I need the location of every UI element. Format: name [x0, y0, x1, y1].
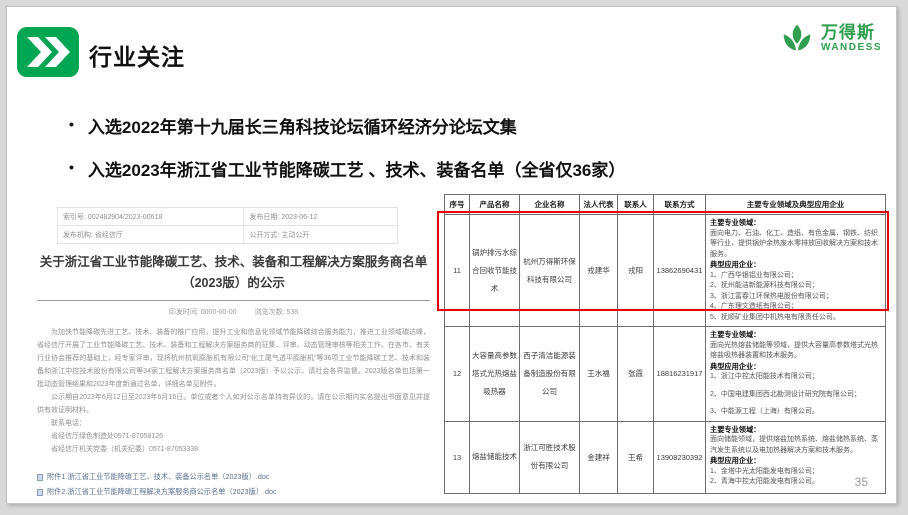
apps-label: 典型应用企业：: [710, 260, 881, 271]
col-header-product: 产品名称: [470, 195, 520, 215]
contact-label: 联系电话：: [51, 417, 430, 430]
table-row: 11 锅炉排污水综合回收节能技术 杭州万得斯环保科技有限公司 戎建华 戎阳 13…: [445, 215, 886, 327]
double-chevron-icon: [17, 27, 79, 77]
cell-product: 锅炉排污水综合回收节能技术: [470, 215, 520, 327]
meta-publish-mode: 公开方式: 主动公开: [244, 226, 397, 244]
bullet-dot: •: [69, 113, 74, 138]
cell-legal: 戎建华: [580, 215, 618, 327]
table-row: 12 大容量高参数塔式光热熔盐吸热器 西子清洁能源装备制造股份有限公司 王水福 …: [445, 327, 886, 422]
paragraph: 为加快节能降碳先进工艺、技术、装备的推广应用，提升工业和信息化领域节能降碳综合服…: [37, 326, 430, 391]
table-row: 13 熔盐储能技术 浙江可胜技术股份有限公司 金建祥 王希 1390823039…: [445, 421, 886, 493]
cell-legal: 王水福: [580, 327, 618, 422]
brand-name: 万得斯: [821, 24, 882, 41]
apps-label: 典型应用企业：: [710, 456, 881, 467]
print-time: 印发时间: 0000-00-00: [169, 309, 237, 316]
paragraph: 公示期自2023年6月12日至2023年6月16日。单位或者个人如对公示名单持有…: [37, 391, 430, 417]
app-item: 3、中能源工程（上海）有限公司。: [710, 407, 881, 418]
cell-company: 西子清洁能源装备制造股份有限公司: [520, 327, 580, 422]
domain-label: 主要专业领域：: [710, 425, 881, 436]
page-title: 行业关注: [89, 38, 185, 72]
contact-phone-2: 省经信厅机关党委（机关纪委）0571-87053338: [51, 443, 430, 456]
document-info-line: 印发时间: 0000-00-00 浏览次数: 538: [37, 307, 430, 317]
cell-seq: 12: [445, 327, 470, 422]
app-item: 1、广西华银铝业有限公司；: [710, 271, 881, 282]
brand-text: 万得斯 WANDESS: [821, 24, 882, 53]
bullet-item: • 入选2022年第十九届长三角科技论坛循环经济分论坛文集: [69, 113, 517, 138]
meta-index-no: 索引号: 002482904/2023-00618: [58, 208, 244, 226]
col-header-company: 企业名称: [520, 195, 580, 215]
apps-label: 典型应用企业：: [710, 362, 881, 373]
domain-text: 面向电力、石油、化工、造纸、有色金属、钢铁、纺织等行业，提供锅炉余热废水零排放回…: [710, 229, 881, 261]
cell-seq: 11: [445, 215, 470, 327]
col-header-phone: 联系方式: [654, 195, 706, 215]
divider: [37, 300, 430, 301]
bullet-item: • 入选2023年浙江省工业节能降碳工艺 、技术、装备名单（全省仅36家）: [69, 156, 625, 181]
domain-label: 主要专业领域：: [710, 218, 881, 229]
cell-phone: 18816231917: [654, 327, 706, 422]
table-header-row: 序号 产品名称 企业名称 法人代表 联系人 联系方式 主要专业领域及典型应用企业: [445, 195, 886, 215]
view-count: 浏览次数: 538: [255, 309, 299, 316]
attachment-link-1: 附件1.浙江省工业节能降碳工艺、技术、装备公示名单（2023版）.doc: [37, 472, 430, 482]
meta-publish-date: 发布日期: 2023-06-12: [244, 208, 397, 226]
app-item: 2、中国电建集团西北勘测设计研究院有限公司；: [710, 390, 881, 401]
col-header-legal: 法人代表: [580, 195, 618, 215]
brand-logo: 万得斯 WANDESS: [778, 19, 882, 57]
attachment-list: 附件1.浙江省工业节能降碳工艺、技术、装备公示名单（2023版）.doc 附件2…: [37, 472, 430, 497]
slide-card: 行业关注 万得斯 WANDESS • 入选2022年第十九届长三角科技论坛循环经…: [6, 6, 897, 504]
cell-legal: 金建祥: [580, 421, 618, 493]
listing-table-panel: 序号 产品名称 企业名称 法人代表 联系人 联系方式 主要专业领域及典型应用企业…: [444, 194, 885, 494]
cell-product: 熔盐储能技术: [470, 421, 520, 493]
slide-stage: 行业关注 万得斯 WANDESS • 入选2022年第十九届长三角科技论坛循环经…: [0, 0, 908, 515]
contact-phone-1: 省经信厅绿色制造处0571-87058126: [51, 430, 430, 443]
listing-table: 序号 产品名称 企业名称 法人代表 联系人 联系方式 主要专业领域及典型应用企业…: [444, 194, 886, 494]
attachment-text: 附件1.浙江省工业节能降碳工艺、技术、装备公示名单（2023版）.doc: [47, 472, 269, 482]
app-item: 2、抚州能洁新能源科技有限公司；: [710, 281, 881, 292]
cell-company: 杭州万得斯环保科技有限公司: [520, 215, 580, 327]
app-item: 3、浙江富春江环保热电股份有限公司；: [710, 292, 881, 303]
page-number: 35: [855, 475, 868, 489]
cell-product: 大容量高参数塔式光热熔盐吸热器: [470, 327, 520, 422]
cell-details: 主要专业领域： 面向光热熔盐储能等领域，提供大容量高参数塔式光热熔盐吸热器装置和…: [706, 327, 886, 422]
attachment-text: 附件2.浙江省工业节能降碳工程解决方案服务商公示名单（2023版）.doc: [47, 487, 277, 497]
app-item: 4、广东理文造纸有限公司；: [710, 302, 881, 313]
cell-contact: 王希: [618, 421, 654, 493]
domain-text: 面向光热熔盐储能等领域，提供大容量高参数塔式光热熔盐吸热器装置和技术服务。: [710, 341, 881, 362]
bullet-dot: •: [69, 156, 74, 181]
document-body: 为加快节能降碳先进工艺、技术、装备的推广应用，提升工业和信息化领域节能降碳综合服…: [37, 326, 430, 456]
app-item: 1、浙江中控太阳能技术有限公司；: [710, 372, 881, 383]
attachment-link-2: 附件2.浙江省工业节能降碳工程解决方案服务商公示名单（2023版）.doc: [37, 487, 430, 497]
wandess-plant-icon: [778, 19, 816, 57]
col-header-contact: 联系人: [618, 195, 654, 215]
col-header-seq: 序号: [445, 195, 470, 215]
domain-text: 面向储能领域，提供熔盐加热系统、熔盐储热系统、蒸汽发生系统以及电加热器解决方案和…: [710, 435, 881, 456]
app-item: 5、抚顺矿业集团中机热电有限责任公司。: [710, 313, 881, 324]
cell-seq: 13: [445, 421, 470, 493]
cell-details: 主要专业领域： 面向电力、石油、化工、造纸、有色金属、钢铁、纺织等行业，提供锅炉…: [706, 215, 886, 327]
meta-publish-org: 发布机构: 省经信厅: [58, 226, 244, 244]
doc-file-icon: [37, 474, 43, 481]
announcement-document: 索引号: 002482904/2023-00618 发布日期: 2023-06-…: [37, 207, 430, 497]
brand-subname: WANDESS: [821, 43, 882, 53]
cell-phone: 13908230392: [654, 421, 706, 493]
cell-contact: 戎阳: [618, 215, 654, 327]
col-header-details: 主要专业领域及典型应用企业: [706, 195, 886, 215]
document-title: 关于浙江省工业节能降碳工艺、技术、装备和工程解决方案服务商名单（2023版）的公…: [37, 252, 430, 293]
document-meta-table: 索引号: 002482904/2023-00618 发布日期: 2023-06-…: [57, 207, 398, 244]
cell-company: 浙江可胜技术股份有限公司: [520, 421, 580, 493]
domain-label: 主要专业领域：: [710, 330, 881, 341]
bullet-text: 入选2023年浙江省工业节能降碳工艺 、技术、装备名单（全省仅36家）: [88, 156, 625, 181]
cell-phone: 13862690431: [654, 215, 706, 327]
doc-file-icon: [37, 489, 43, 496]
bullet-text: 入选2022年第十九届长三角科技论坛循环经济分论坛文集: [88, 113, 517, 138]
cell-contact: 张霞: [618, 327, 654, 422]
